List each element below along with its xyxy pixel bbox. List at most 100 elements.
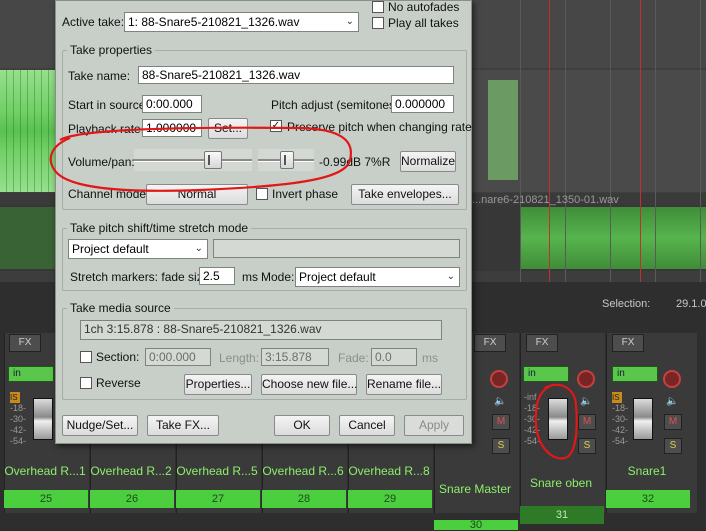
source-info-field: 1ch 3:15.878 : 88-Snare5-210821_1326.wav [80,320,442,340]
input-button[interactable]: in [612,366,658,382]
meter-tick: -42- [612,425,629,435]
io-badge: IS [612,392,622,403]
start-in-source-label: Start in source: [68,98,149,112]
volume-slider-track [134,159,252,162]
playback-rate-input[interactable]: 1.000000 [142,119,202,137]
record-arm-button[interactable] [577,370,595,388]
stretch-mode-label: Mode: [261,270,295,284]
volume-slider[interactable] [134,149,252,171]
reverse-label: Reverse [96,376,141,390]
input-button[interactable]: in [8,366,54,382]
solo-button[interactable]: S [664,438,682,454]
marker-line [549,0,550,282]
cancel-button[interactable]: Cancel [339,415,395,436]
speaker-icon[interactable]: 🔈 [494,396,506,408]
pitch-adjust-input[interactable]: 0.000000 [391,95,454,113]
marker-line [640,0,641,282]
record-arm-button[interactable] [663,370,681,388]
record-arm-button[interactable] [490,370,508,388]
solo-button[interactable]: S [578,438,596,454]
volume-slider-thumb[interactable] [204,151,222,169]
media-item-title: ...nare6-210821_1350-01.wav [472,194,619,206]
volume-fader[interactable] [33,398,53,440]
take-fx-button[interactable]: Take FX... [147,415,219,436]
strip-name: Overhead R...2 [90,464,172,478]
solo-button[interactable]: S [492,438,510,454]
section-checkbox[interactable] [80,351,92,363]
invert-phase-label: Invert phase [272,187,339,201]
play-all-takes-checkbox[interactable] [372,17,384,29]
stretch-mode-value: Project default [299,270,376,284]
meter-tick: -30- [612,414,629,424]
take-name-input[interactable]: 88-Snare5-210821_1326.wav [138,66,454,84]
chevron-down-icon: ⌄ [194,243,203,254]
strip-name: Snare oben [529,476,593,490]
volume-pan-label: Volume/pan: [68,155,135,169]
no-autofades-checkbox[interactable] [372,1,384,13]
media-item-waveform[interactable] [488,80,518,180]
volume-fader[interactable] [548,398,568,440]
nudge-set-button[interactable]: Nudge/Set... [62,415,138,436]
apply-button[interactable]: Apply [404,415,464,436]
normalize-button[interactable]: Normalize [400,151,456,172]
meter-scale: -inf -18- -30- -42- -54- [524,392,540,447]
track-number: 25 [4,490,88,508]
input-button[interactable]: in [523,366,569,382]
fx-button[interactable]: FX [474,334,506,352]
volume-pan-readout: -0.99dB 7%R [319,155,391,169]
start-in-source-input[interactable]: 0:00.000 [142,95,202,113]
length-label: Length: [219,351,260,365]
speaker-icon[interactable]: 🔈 [666,396,678,408]
meter-peak: -inf [524,392,537,402]
section-label: Section: [96,350,140,364]
meter-tick: -54- [612,436,629,446]
meter-tick: -18- [10,403,27,413]
reverse-checkbox[interactable] [80,377,92,389]
io-badge: IS [10,392,20,403]
section-start-input: 0:00.000 [145,348,211,366]
ok-button[interactable]: OK [274,415,330,436]
fade-size-input[interactable]: 2.5 [199,267,235,285]
grid-line [520,0,521,282]
active-take-dropdown[interactable]: 1: 88-Snare5-210821_1326.wav ⌄ [124,12,359,32]
track-number: 30 [434,520,518,531]
channel-mode-dropdown[interactable]: Normal [146,184,248,205]
no-autofades-label: No autofades [388,0,460,14]
meter-tick: -42- [10,425,27,435]
grid-line [610,0,611,282]
selection-value: 29.1.0 [676,298,706,310]
media-item-properties-dialog: Active take: 1: 88-Snare5-210821_1326.wa… [55,0,472,444]
grid-line [655,0,656,282]
mute-button[interactable]: M [578,414,596,430]
pan-slider[interactable] [258,149,314,171]
pan-slider-thumb[interactable] [280,151,294,169]
properties-button[interactable]: Properties... [184,374,252,395]
strip-name: Overhead R...5 [176,464,258,478]
volume-fader[interactable] [633,398,653,440]
meter-tick: -30- [10,414,27,424]
fx-button[interactable]: FX [526,334,558,352]
meter-tick: -18- [612,403,629,413]
stretch-mode-dropdown[interactable]: Project default ⌄ [295,267,460,287]
rename-file-button[interactable]: Rename file... [366,374,442,395]
length-input: 3:15.878 [261,348,329,366]
pitch-shift-mode-dropdown[interactable]: Project default ⌄ [68,239,208,259]
set-rate-button[interactable]: Set... [208,118,248,139]
pitch-shift-submode-field [213,239,460,258]
active-take-value: 1: 88-Snare5-210821_1326.wav [128,15,300,29]
speaker-icon[interactable]: 🔈 [580,396,592,408]
preserve-pitch-checkbox[interactable]: ✓ [270,120,282,132]
fx-button[interactable]: FX [9,334,41,352]
strip-name: Overhead R...8 [348,464,430,478]
mute-button[interactable]: M [492,414,510,430]
invert-phase-checkbox[interactable] [256,188,268,200]
choose-new-file-button[interactable]: Choose new file... [261,374,357,395]
media-item-waveform[interactable] [520,207,706,269]
track-number: 32 [606,490,690,508]
take-envelopes-button[interactable]: Take envelopes... [351,184,459,205]
pitch-adjust-label: Pitch adjust (semitones): [271,98,403,112]
strip-name: Snare1 [627,464,667,478]
fx-button[interactable]: FX [612,334,644,352]
media-item-waveform[interactable] [0,207,55,269]
mute-button[interactable]: M [664,414,682,430]
